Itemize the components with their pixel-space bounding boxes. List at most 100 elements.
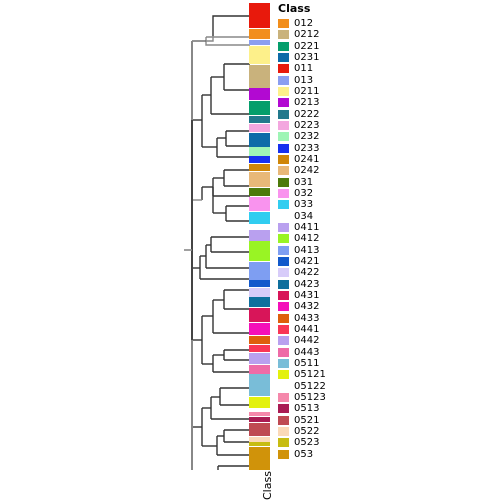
legend-entry-label: 0513 — [294, 403, 320, 415]
legend-entry-label: 0523 — [294, 437, 320, 449]
legend-entry-label: 0442 — [294, 335, 320, 347]
leaf-color-cell — [249, 3, 270, 29]
legend-entry-label: 0522 — [294, 425, 320, 437]
legend-entry-label: 0411 — [294, 222, 320, 234]
leaf-color-cell — [249, 436, 270, 442]
leaf-color-cell — [249, 287, 270, 297]
leaf-color-cell — [249, 123, 270, 133]
legend-entry: 05121 — [278, 369, 398, 380]
legend-color-swatch — [278, 155, 289, 165]
legend-color-swatch — [278, 132, 289, 142]
leaf-color-cell — [249, 423, 270, 436]
legend-color-swatch — [278, 302, 289, 312]
legend-color-swatch — [278, 234, 289, 244]
leaf-color-cell — [249, 163, 270, 171]
legend-entry: 0523 — [278, 437, 398, 448]
leaf-color-cell — [249, 188, 270, 197]
legend-entry-label: 0232 — [294, 131, 320, 143]
legend-color-swatch — [278, 404, 289, 414]
leaf-color-cell — [249, 64, 270, 88]
leaf-color-cell — [249, 147, 270, 156]
legend-entry: 032 — [278, 188, 398, 199]
legend-color-swatch — [278, 211, 289, 221]
legend-color-swatch — [278, 200, 289, 210]
figure-canvas: Class 012 0212 0221 0231 011 013 0211 0213 0222 0… — [0, 0, 504, 504]
legend-color-swatch — [278, 370, 289, 380]
leaf-color-cell — [249, 132, 270, 147]
legend-color-swatch — [278, 279, 289, 289]
legend-entry: 013 — [278, 75, 398, 86]
legend-entry: 05123 — [278, 392, 398, 403]
leaf-color-cell — [249, 171, 270, 188]
leaf-color-cell — [249, 336, 270, 345]
legend-entry-label: 0422 — [294, 267, 320, 279]
legend-entry-label: 0443 — [294, 346, 320, 358]
leaf-color-cell — [249, 416, 270, 423]
legend-entry: 0431 — [278, 290, 398, 301]
leaf-color-cell — [249, 408, 270, 412]
legend-entry-label: 031 — [294, 176, 314, 188]
legend-color-swatch — [278, 143, 289, 153]
legend-entry: 0521 — [278, 414, 398, 426]
leaf-color-cell — [249, 307, 270, 322]
legend-entry: 0241 — [278, 154, 398, 165]
legend-color-swatch — [278, 381, 289, 391]
legend-color-swatch — [278, 449, 289, 459]
legend-entry-label: 0231 — [294, 52, 320, 64]
legend-color-swatch — [278, 438, 289, 448]
legend-entry: 0412 — [278, 233, 398, 244]
legend-entry: 033 — [278, 199, 398, 210]
legend-entry-label: 0223 — [294, 120, 320, 132]
legend-entry-label: 0423 — [294, 278, 320, 290]
legend-entry: 0233 — [278, 143, 398, 154]
legend-entry: 0511 — [278, 358, 398, 369]
legend-entry-label: 0413 — [294, 244, 320, 256]
legend-color-swatch — [278, 392, 289, 402]
legend-entry: 0242 — [278, 165, 398, 176]
legend-entry: 0432 — [278, 301, 398, 312]
leaf-color-cell — [249, 212, 270, 224]
legend-entry: 0221 — [278, 41, 398, 52]
leaf-color-cell — [249, 345, 270, 352]
axis-label-text: Class — [261, 471, 274, 500]
legend-entry-label: 034 — [294, 210, 314, 222]
leaf-color-cell — [249, 374, 270, 397]
legend-color-swatch — [278, 98, 289, 108]
leaf-color-cell — [249, 322, 270, 336]
legend-color-swatch — [278, 325, 289, 335]
legend-color-swatch — [278, 121, 289, 131]
legend-entry-label: 0242 — [294, 165, 320, 177]
leaf-color-cell — [249, 46, 270, 64]
legend-entry-label: 0221 — [294, 40, 320, 52]
leaf-color-cell — [249, 115, 270, 124]
leaf-color-cell — [249, 156, 270, 163]
leaf-color-cell — [249, 241, 270, 261]
legend-color-swatch — [278, 415, 289, 425]
legend-color-swatch — [278, 64, 289, 74]
legend-entry: 0422 — [278, 267, 398, 278]
legend-color-swatch — [278, 189, 289, 199]
legend-entry-label: 012 — [294, 18, 314, 30]
legend-entry-label: 033 — [294, 199, 314, 211]
legend-entry-label: 0441 — [294, 324, 320, 336]
legend-color-swatch — [278, 41, 289, 51]
legend-entry: 0433 — [278, 313, 398, 324]
legend-entry: 0411 — [278, 222, 398, 233]
legend-entry: 0212 — [278, 29, 398, 40]
leaf-color-cell — [249, 230, 270, 241]
legend-entry: 053 — [278, 448, 398, 460]
legend-entry-label: 0211 — [294, 86, 320, 98]
leaf-color-cell — [249, 442, 270, 447]
dendrogram — [180, 0, 250, 470]
legend-entry: 011 — [278, 63, 398, 74]
legend-entry-label: 0511 — [294, 358, 320, 369]
legend-title: Class — [278, 2, 311, 15]
legend-entry: 0443 — [278, 347, 398, 358]
legend-entry-list: 012 0212 0221 0231 011 013 0211 0213 0222 0223 023… — [278, 18, 398, 460]
leaf-color-cell — [249, 39, 270, 46]
legend-entry-label: 0233 — [294, 142, 320, 154]
legend-entry: 0222 — [278, 109, 398, 120]
legend-color-swatch — [278, 245, 289, 255]
leaf-color-cell — [249, 261, 270, 280]
legend-color-swatch — [278, 30, 289, 40]
